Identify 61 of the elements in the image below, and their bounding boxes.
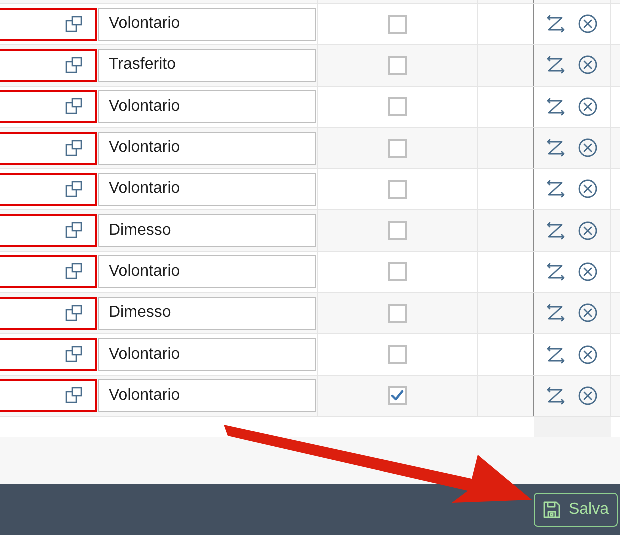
swap-arrows-icon[interactable] (546, 138, 566, 158)
input-field[interactable] (0, 132, 97, 165)
swap-arrows-icon[interactable] (546, 220, 566, 241)
checkbox[interactable] (388, 56, 407, 75)
input-field[interactable] (0, 379, 97, 412)
delete-circle-icon[interactable] (578, 303, 598, 324)
delete-circle-icon[interactable] (578, 138, 598, 158)
delete-circle-icon[interactable] (578, 55, 598, 76)
input-field[interactable]: Volontario (98, 172, 316, 206)
swap-arrows-icon[interactable] (546, 262, 566, 282)
swap-arrows-icon[interactable] (546, 179, 566, 200)
input-field[interactable]: Volontario (98, 255, 316, 288)
checkbox[interactable] (388, 345, 407, 364)
value-help-icon[interactable] (65, 304, 83, 322)
value-help-icon[interactable] (65, 222, 83, 240)
input-field[interactable] (0, 90, 97, 124)
delete-circle-icon[interactable] (578, 179, 598, 200)
input-field[interactable]: Volontario (98, 379, 316, 412)
input-field[interactable] (0, 338, 97, 372)
value-help-icon[interactable] (65, 98, 83, 116)
value-help-icon[interactable] (65, 346, 83, 364)
swap-arrows-icon[interactable] (546, 14, 566, 34)
delete-circle-icon[interactable] (578, 262, 598, 282)
value-help-icon[interactable] (65, 180, 83, 198)
input-field[interactable]: Dimesso (98, 214, 316, 248)
input-field[interactable] (0, 48, 97, 82)
checkbox[interactable] (388, 138, 407, 158)
delete-circle-icon[interactable] (578, 386, 598, 406)
checkbox[interactable] (388, 14, 407, 34)
swap-arrows-icon[interactable] (546, 303, 566, 324)
checkbox[interactable] (388, 221, 407, 240)
input-field[interactable]: Volontario (98, 90, 316, 124)
swap-arrows-icon[interactable] (546, 96, 566, 117)
input-field[interactable] (0, 255, 97, 288)
delete-circle-icon[interactable] (578, 344, 598, 365)
swap-arrows-icon[interactable] (546, 344, 566, 365)
save-button[interactable]: Salva (534, 492, 618, 526)
checkbox[interactable] (388, 180, 407, 199)
value-help-icon[interactable] (65, 16, 83, 33)
checkbox[interactable] (388, 304, 407, 323)
delete-circle-icon[interactable] (578, 96, 598, 117)
value-help-icon[interactable] (65, 263, 83, 280)
input-field[interactable] (0, 8, 97, 41)
delete-circle-icon[interactable] (578, 220, 598, 241)
checkbox[interactable] (388, 386, 407, 406)
input-field[interactable] (0, 214, 97, 248)
input-field[interactable] (0, 296, 97, 330)
value-help-icon[interactable] (65, 56, 83, 74)
input-field[interactable]: Volontario (98, 132, 316, 165)
value-help-icon[interactable] (65, 140, 83, 157)
input-field[interactable]: Trasferito (98, 48, 316, 82)
input-field[interactable]: Dimesso (98, 296, 316, 330)
checkbox[interactable] (388, 97, 407, 116)
swap-arrows-icon[interactable] (546, 55, 566, 76)
input-field[interactable]: Volontario (98, 8, 316, 41)
value-help-icon[interactable] (65, 387, 83, 404)
delete-circle-icon[interactable] (578, 14, 598, 34)
input-field[interactable]: Volontario (98, 338, 316, 372)
checkbox[interactable] (388, 262, 407, 282)
input-field[interactable] (0, 172, 97, 206)
swap-arrows-icon[interactable] (546, 386, 566, 406)
